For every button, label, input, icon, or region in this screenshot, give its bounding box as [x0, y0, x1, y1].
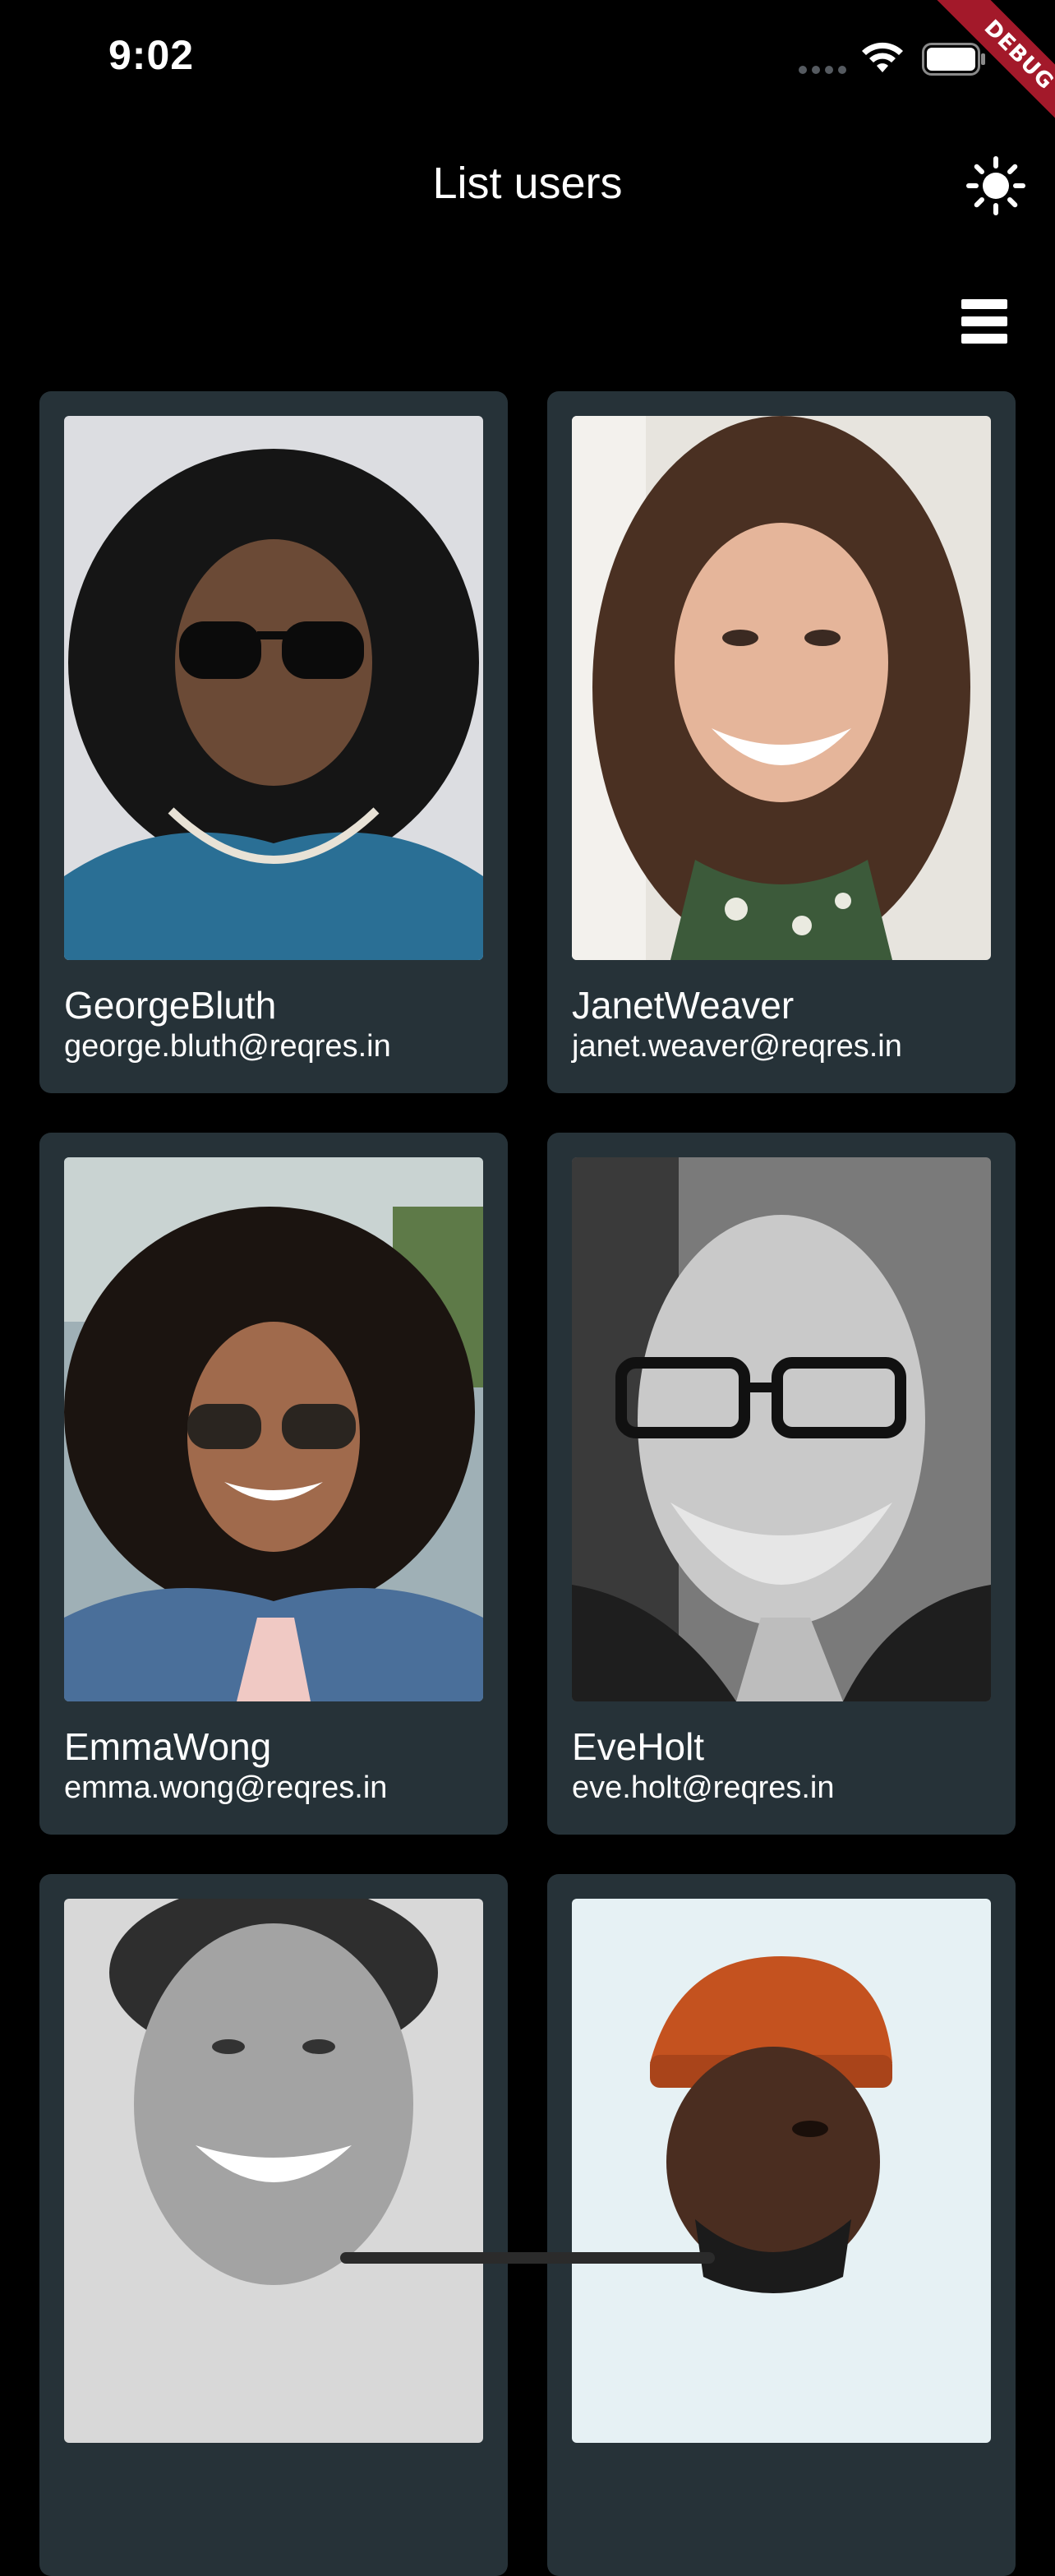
debug-banner: DEBUG [907, 0, 1055, 148]
status-time: 9:02 [108, 32, 195, 78]
user-name: EmmaWong [64, 1725, 272, 1768]
user-card[interactable]: EveHolt eve.holt@reqres.in [547, 1133, 1016, 1835]
home-indicator[interactable] [340, 2252, 715, 2264]
debug-label: DEBUG [918, 0, 1055, 148]
status-bar: 9:02 [0, 0, 1055, 115]
user-avatar [572, 1157, 991, 1701]
user-name: GeorgeBluth [64, 984, 277, 1027]
user-card[interactable] [39, 1874, 508, 2576]
user-email: eve.holt@reqres.in [572, 1770, 835, 1805]
user-card[interactable]: EmmaWong emma.wong@reqres.in [39, 1133, 508, 1835]
sun-icon[interactable] [966, 156, 1025, 215]
user-email: george.bluth@reqres.in [64, 1029, 391, 1064]
user-email: emma.wong@reqres.in [64, 1770, 388, 1805]
user-name: EveHolt [572, 1725, 705, 1768]
user-name: JanetWeaver [572, 984, 795, 1027]
wifi-icon [861, 41, 904, 77]
page-title: List users [432, 159, 623, 208]
user-avatar [64, 1899, 483, 2443]
user-avatar [572, 416, 991, 960]
user-email: janet.weaver@reqres.in [572, 1029, 902, 1064]
user-avatar [572, 1899, 991, 2443]
view-toggle-icon[interactable] [961, 299, 1011, 344]
user-card[interactable]: JanetWeaver janet.weaver@reqres.in [547, 391, 1016, 1093]
user-avatar [64, 416, 483, 960]
user-card[interactable]: GeorgeBluth george.bluth@reqres.in [39, 391, 508, 1093]
user-card[interactable] [547, 1874, 1016, 2576]
cellular-signal-icon [799, 66, 846, 74]
user-avatar [64, 1157, 483, 1701]
